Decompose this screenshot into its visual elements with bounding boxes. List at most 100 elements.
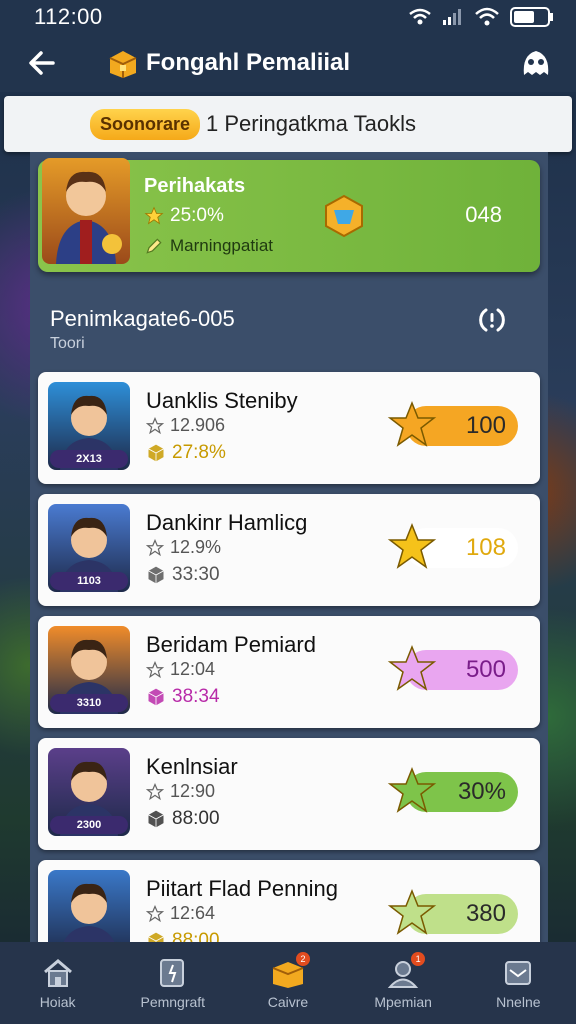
character-portrait bbox=[56, 171, 122, 264]
player-stat: 12:04 bbox=[146, 659, 215, 680]
reward-badge-icon bbox=[387, 400, 437, 447]
home-icon bbox=[43, 959, 72, 987]
pencil-icon bbox=[146, 238, 162, 254]
player-score-value: 38:34 bbox=[172, 686, 220, 707]
avatar: 2X13 bbox=[48, 382, 130, 470]
featured-stat-value: 25:0% bbox=[170, 205, 224, 226]
featured-title: Perihakats bbox=[144, 175, 246, 197]
list-item[interactable]: 2X13 Uanklis Steniby 12.906 27:8% 100 bbox=[38, 372, 540, 484]
nav-label: Hoiak bbox=[39, 994, 76, 1010]
nav-label: Mpemian bbox=[374, 994, 432, 1010]
bottom-navigation: Hoiak Pemngraft 2 Caivre 1 Mpemian Nneln… bbox=[0, 942, 576, 1024]
reward-pill[interactable]: 100 bbox=[387, 400, 518, 447]
player-score-value: 88:00 bbox=[172, 808, 220, 829]
nav-item-gifts[interactable]: 2 Caivre bbox=[238, 952, 338, 1010]
player-stat-value: 12.9% bbox=[170, 537, 222, 557]
nav-label: Caivre bbox=[267, 994, 309, 1010]
player-name: Uanklis Steniby bbox=[146, 388, 298, 413]
wifi-icon-2 bbox=[475, 7, 499, 26]
reward-pill[interactable]: 30% bbox=[387, 766, 518, 813]
reward-value: 500 bbox=[465, 656, 506, 683]
status-time: 112:00 bbox=[34, 4, 103, 29]
player-stat: 12.9% bbox=[146, 537, 221, 558]
back-button[interactable] bbox=[20, 41, 64, 85]
player-stat-value: 12:64 bbox=[170, 903, 216, 923]
player-name: Kenlnsiar bbox=[146, 754, 238, 779]
featured-stat: 25:0% bbox=[144, 205, 224, 227]
promo-banner[interactable]: Soonorare 1 Peringatkma Taokls bbox=[4, 96, 572, 152]
treasure-box-icon bbox=[109, 51, 137, 78]
card-icon bbox=[159, 959, 184, 987]
featured-value: 048 bbox=[465, 202, 502, 227]
status-icons bbox=[408, 7, 554, 27]
list-item[interactable]: 1103 Dankinr Hamlicg 12.9% 33:30 108 bbox=[38, 494, 540, 606]
player-score-value: 33:30 bbox=[172, 564, 220, 585]
avatar: 1103 bbox=[48, 504, 130, 592]
featured-subtitle-text: Marningpatiat bbox=[170, 236, 274, 255]
nav-item-home[interactable]: Hoiak bbox=[8, 956, 108, 1010]
list-item[interactable]: 3310 Beridam Pemiard 12:04 38:34 500 bbox=[38, 616, 540, 728]
cube-icon bbox=[148, 810, 164, 828]
ghost-avatar-icon bbox=[523, 51, 549, 75]
star-outline-icon bbox=[146, 538, 164, 556]
star-outline-icon bbox=[146, 660, 164, 678]
profile-button[interactable] bbox=[516, 43, 556, 83]
star-outline-icon bbox=[146, 782, 164, 800]
nav-item-profile[interactable]: 1 Mpemian bbox=[353, 952, 453, 1010]
nav-badge: 1 bbox=[411, 952, 426, 966]
reward-value: 380 bbox=[465, 900, 506, 927]
cube-icon bbox=[148, 566, 164, 584]
player-stat: 12:64 bbox=[146, 903, 215, 924]
nav-item-inbox[interactable]: Nnelne bbox=[468, 956, 568, 1010]
reward-badge-icon bbox=[387, 888, 437, 935]
reward-pill[interactable]: 108 bbox=[387, 522, 518, 569]
player-score: 38:34 bbox=[146, 686, 220, 708]
player-score: 33:30 bbox=[146, 564, 220, 586]
avatar: 3310 bbox=[48, 626, 130, 714]
reward-value: 108 bbox=[465, 534, 506, 561]
page-title: Fongahl Pemaliial bbox=[146, 49, 351, 76]
section-title: Penimkagate6-005 bbox=[50, 306, 235, 331]
cube-icon bbox=[148, 444, 164, 462]
star-outline-icon bbox=[146, 904, 164, 922]
featured-subtitle: Marningpatiat bbox=[144, 236, 273, 256]
avatar-badge: 2300 bbox=[50, 816, 128, 834]
promo-badge: Soonorare bbox=[90, 108, 201, 140]
player-stat-value: 12:90 bbox=[170, 781, 216, 801]
inbox-icon bbox=[505, 961, 532, 985]
avatar-badge: 1103 bbox=[50, 572, 128, 590]
reward-value: 30% bbox=[457, 778, 506, 805]
nav-badge: 2 bbox=[295, 952, 310, 966]
player-name: Beridam Pemiard bbox=[146, 632, 316, 657]
list-item[interactable]: 2300 Kenlnsiar 12:90 88:00 30% bbox=[38, 738, 540, 850]
player-score: 27:8% bbox=[146, 442, 226, 464]
reward-pill[interactable]: 500 bbox=[387, 644, 518, 691]
player-stat: 12.906 bbox=[146, 415, 225, 436]
refresh-button[interactable] bbox=[474, 302, 510, 338]
gem-icon bbox=[325, 194, 363, 238]
featured-card[interactable]: Perihakats 25:0% Marningpatiat 048 bbox=[38, 158, 540, 272]
reward-badge-icon bbox=[387, 766, 437, 813]
featured-avatar bbox=[42, 158, 130, 264]
nav-label: Pemngraft bbox=[140, 994, 206, 1010]
wifi-icon bbox=[409, 8, 431, 25]
section-subtitle: Toori bbox=[50, 335, 85, 352]
promo-text: 1 Peringatkma Taokls bbox=[206, 111, 416, 136]
refresh-icon bbox=[479, 308, 505, 332]
cube-icon bbox=[148, 688, 164, 706]
header: Fongahl Pemaliial bbox=[0, 34, 576, 92]
star-outline-icon bbox=[146, 416, 164, 434]
player-score: 88:00 bbox=[146, 808, 220, 830]
player-stat-value: 12:04 bbox=[170, 659, 216, 679]
avatar-badge: 2X13 bbox=[50, 450, 128, 468]
player-stat-value: 12.906 bbox=[170, 415, 226, 435]
reward-value: 100 bbox=[465, 412, 506, 439]
nav-item-cards[interactable]: Pemngraft bbox=[123, 956, 223, 1010]
reward-pill[interactable]: 380 bbox=[387, 888, 518, 935]
arrow-left-icon bbox=[29, 51, 55, 75]
star-icon bbox=[144, 206, 164, 225]
reward-badge-icon bbox=[387, 644, 437, 691]
player-name: Dankinr Hamlicg bbox=[146, 510, 308, 535]
nav-label: Nnelne bbox=[496, 994, 541, 1010]
signal-icon bbox=[443, 9, 461, 25]
